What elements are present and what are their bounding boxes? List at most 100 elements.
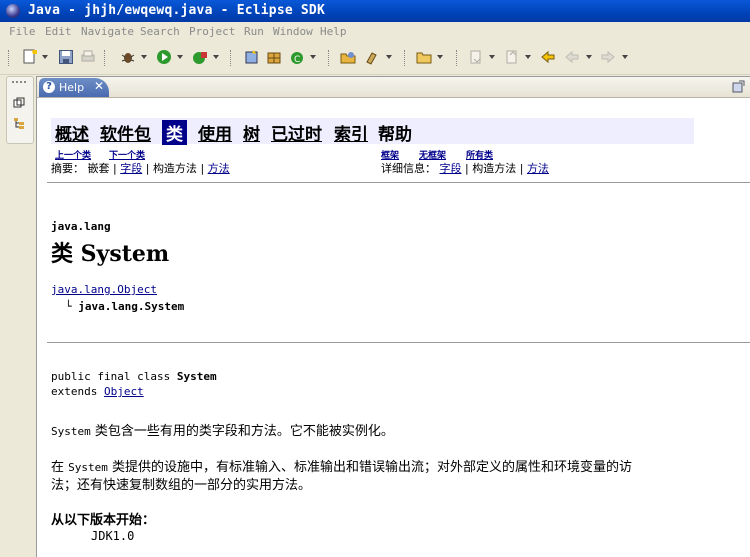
tree-branch: └ bbox=[65, 300, 72, 313]
previous-annotation-icon[interactable] bbox=[504, 49, 520, 65]
run-icon[interactable] bbox=[156, 49, 172, 65]
summary-nested: 嵌套 bbox=[87, 162, 110, 175]
menu-navigate[interactable]: Navigate bbox=[81, 25, 134, 38]
print-icon[interactable] bbox=[80, 49, 96, 65]
menu-window[interactable]: Window bbox=[273, 25, 313, 38]
debug-icon[interactable] bbox=[120, 49, 136, 65]
save-icon[interactable] bbox=[58, 49, 74, 65]
decl-extends: extends bbox=[51, 385, 104, 398]
object-link[interactable]: java.lang.Object bbox=[51, 283, 157, 296]
extends-object-link[interactable]: Object bbox=[104, 385, 144, 398]
nav-index[interactable]: 索引 bbox=[334, 120, 368, 145]
help-view: ? Help ✕ 概述 软件包 类 使用 树 已过时 索引 帮助 上一个类 下一… bbox=[36, 76, 750, 557]
toolbar-separator bbox=[8, 50, 11, 66]
javadoc-navbar: 概述 软件包 类 使用 树 已过时 索引 帮助 bbox=[51, 118, 694, 145]
chevron-down-icon[interactable] bbox=[386, 55, 392, 59]
separator: | bbox=[519, 162, 524, 175]
detail-label: 详细信息： bbox=[381, 162, 436, 175]
nav-package[interactable]: 软件包 bbox=[100, 120, 151, 145]
javadoc-content[interactable]: 概述 软件包 类 使用 树 已过时 索引 帮助 上一个类 下一个类 框架 无框架… bbox=[37, 98, 750, 557]
since-heading: 从以下版本开始： bbox=[51, 513, 156, 528]
menu-help[interactable]: Help bbox=[320, 25, 347, 38]
toolbar-separator bbox=[328, 50, 331, 66]
new-icon[interactable] bbox=[22, 49, 38, 65]
new-class-icon[interactable]: C bbox=[289, 49, 305, 65]
toolbar-separator bbox=[456, 50, 459, 66]
separator: | bbox=[145, 162, 150, 175]
open-folder-icon[interactable] bbox=[416, 49, 432, 65]
divider bbox=[47, 182, 750, 183]
external-tools-icon[interactable] bbox=[192, 49, 208, 65]
search-icon[interactable] bbox=[364, 49, 380, 65]
code-system: System bbox=[51, 425, 91, 438]
view-tab-strip: ? Help ✕ bbox=[37, 77, 750, 98]
chevron-down-icon[interactable] bbox=[437, 55, 443, 59]
class-title: 类 System bbox=[51, 241, 170, 267]
detail-constructor: 构造方法 bbox=[472, 162, 517, 175]
chevron-down-icon[interactable] bbox=[213, 55, 219, 59]
detail-field-link[interactable]: 字段 bbox=[440, 162, 462, 175]
back-arrow-icon[interactable] bbox=[564, 49, 580, 65]
inheritance-child: └ java.lang.System bbox=[65, 300, 184, 313]
description-paragraph-2-cont: 法；还有快速复制数组的一部分的实用方法。 bbox=[51, 478, 312, 493]
toolbar-separator bbox=[230, 50, 233, 66]
summary-constructor: 构造方法 bbox=[152, 162, 197, 175]
menu-search[interactable]: Search bbox=[140, 25, 180, 38]
desc2-text: 类提供的设施中，有标准输入、标准输出和错误输出流；对外部定义的属性和环境变量的访 bbox=[107, 460, 633, 475]
nav-overview[interactable]: 概述 bbox=[55, 120, 89, 145]
chevron-down-icon[interactable] bbox=[177, 55, 183, 59]
drag-grip[interactable] bbox=[12, 81, 26, 85]
summary-field-link[interactable]: 字段 bbox=[120, 162, 142, 175]
open-type-icon[interactable] bbox=[340, 49, 356, 65]
new-java-project-icon[interactable] bbox=[244, 49, 260, 65]
chevron-down-icon[interactable] bbox=[586, 55, 592, 59]
desc2-prefix: 在 bbox=[51, 460, 69, 475]
hierarchy-icon[interactable] bbox=[13, 117, 25, 129]
chevron-down-icon[interactable] bbox=[622, 55, 628, 59]
separator: | bbox=[465, 162, 469, 175]
chevron-down-icon[interactable] bbox=[141, 55, 147, 59]
nav-tree[interactable]: 树 bbox=[243, 120, 260, 145]
summary-label: 摘要： bbox=[51, 162, 84, 175]
detail-nav: 详细信息： 字段 | 构造方法 | 方法 bbox=[381, 160, 549, 176]
menu-edit[interactable]: Edit bbox=[45, 25, 72, 38]
forward-arrow-icon[interactable] bbox=[600, 49, 616, 65]
menu-file[interactable]: File bbox=[9, 25, 36, 38]
class-declaration: public final class System bbox=[51, 370, 217, 383]
last-edit-location-icon[interactable] bbox=[540, 49, 556, 65]
fast-view-bar bbox=[6, 76, 34, 144]
summary-method-link[interactable]: 方法 bbox=[208, 162, 230, 175]
svg-text:C: C bbox=[294, 55, 300, 65]
chevron-down-icon[interactable] bbox=[489, 55, 495, 59]
desc1-text: 类包含一些有用的类字段和方法。它不能被实例化。 bbox=[90, 424, 394, 439]
menu-run[interactable]: Run bbox=[244, 25, 264, 38]
restore-icon[interactable] bbox=[13, 97, 25, 109]
detail-method-link[interactable]: 方法 bbox=[527, 162, 549, 175]
chevron-down-icon[interactable] bbox=[525, 55, 531, 59]
description-paragraph-2: 在 System 类提供的设施中，有标准输入、标准输出和错误输出流；对外部定义的… bbox=[51, 456, 632, 475]
chevron-down-icon[interactable] bbox=[42, 55, 48, 59]
help-icon: ? bbox=[43, 81, 55, 93]
next-annotation-icon[interactable] bbox=[468, 49, 484, 65]
view-menu-icon[interactable] bbox=[731, 80, 745, 94]
chevron-down-icon[interactable] bbox=[310, 55, 316, 59]
divider bbox=[47, 342, 750, 343]
decl-class-name: System bbox=[176, 370, 217, 383]
separator: | bbox=[113, 162, 117, 175]
close-icon[interactable]: ✕ bbox=[94, 79, 104, 93]
nav-use[interactable]: 使用 bbox=[198, 120, 232, 145]
description-paragraph-1: System 类包含一些有用的类字段和方法。它不能被实例化。 bbox=[51, 420, 394, 439]
nav-help[interactable]: 帮助 bbox=[378, 120, 412, 145]
decl-modifiers: public final class bbox=[51, 370, 177, 383]
inheritance-parent: java.lang.Object bbox=[51, 283, 157, 296]
menubar: File Edit Navigate Search Project Run Wi… bbox=[0, 22, 750, 42]
since-value: JDK1.0 bbox=[91, 529, 135, 543]
class-extends: extends Object bbox=[51, 385, 144, 398]
separator: | bbox=[200, 162, 205, 175]
tab-help[interactable]: ? Help ✕ bbox=[39, 78, 109, 97]
menu-project[interactable]: Project bbox=[189, 25, 235, 38]
new-package-icon[interactable] bbox=[266, 49, 282, 65]
nav-deprecated[interactable]: 已过时 bbox=[271, 120, 322, 145]
summary-nav: 摘要： 嵌套 | 字段 | 构造方法 | 方法 bbox=[51, 160, 230, 176]
window-titlebar: Java - jhjh/ewqewq.java - Eclipse SDK bbox=[0, 0, 750, 22]
